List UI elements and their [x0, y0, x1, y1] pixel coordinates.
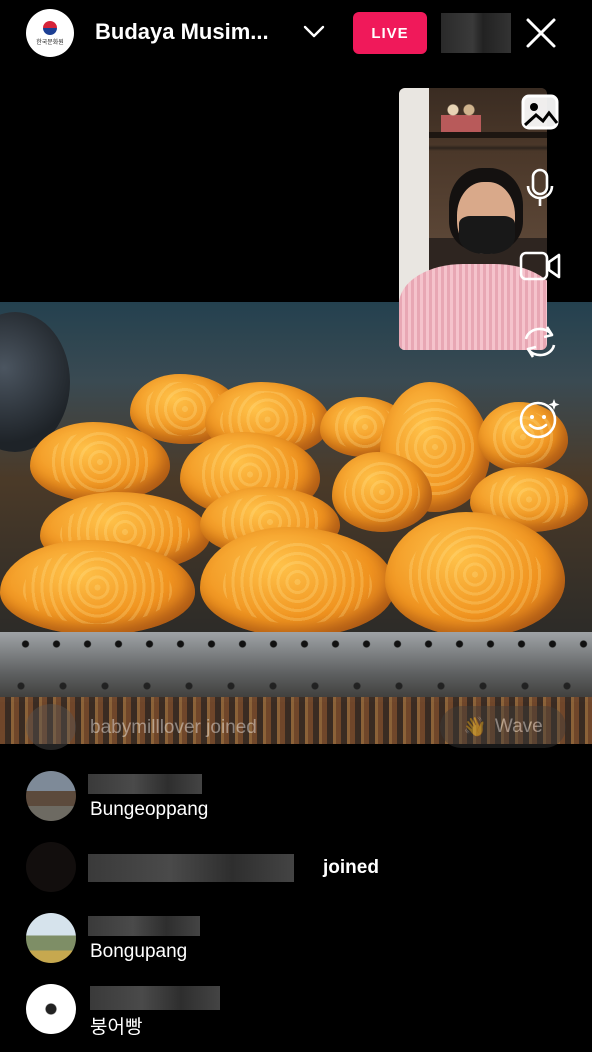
- avatar[interactable]: [26, 842, 76, 892]
- face-mask: [459, 216, 515, 254]
- shelf-figurines: [441, 98, 481, 132]
- flip-camera-icon[interactable]: [518, 322, 562, 362]
- host-avatar-text: 한국문화원: [36, 38, 64, 46]
- comment-username[interactable]: [88, 854, 298, 882]
- join-notification: babymilllover joined 👋 Wave: [26, 702, 586, 750]
- comment-text: 붕어빵: [90, 1017, 143, 1038]
- viewer-count-redacted[interactable]: [441, 13, 511, 53]
- host-video-feed: [0, 302, 592, 744]
- comment-username[interactable]: [88, 916, 228, 936]
- waving-hand-icon: 👋: [463, 717, 487, 738]
- live-badge: LIVE: [353, 12, 427, 54]
- effects-face-icon[interactable]: [518, 398, 562, 439]
- account-name[interactable]: Budaya Musim...: [95, 19, 269, 45]
- comment-username[interactable]: [88, 774, 228, 794]
- chevron-down-icon[interactable]: [303, 24, 325, 40]
- live-header: 한국문화원 Budaya Musim... LIVE: [0, 0, 592, 68]
- image-icon[interactable]: [518, 92, 562, 132]
- join-message: babymilllover joined: [90, 717, 257, 738]
- host-avatar[interactable]: 한국문화원: [26, 9, 74, 57]
- grill-tray: [0, 632, 592, 702]
- comment-text: Bungeoppang: [90, 799, 209, 820]
- comment-row: Bongupang: [26, 913, 586, 973]
- comment-text: joined: [323, 857, 379, 878]
- video-camera-icon[interactable]: [518, 246, 562, 286]
- microphone-icon[interactable]: [518, 168, 562, 208]
- comment-row: Bungeoppang: [26, 771, 586, 831]
- fish-pastry: [200, 527, 395, 637]
- comment-username[interactable]: [88, 986, 228, 1010]
- comment-row: joined: [26, 842, 586, 902]
- avatar[interactable]: [26, 984, 76, 1034]
- avatar: [26, 704, 76, 750]
- wave-label: Wave: [494, 716, 543, 737]
- close-icon[interactable]: [524, 16, 558, 50]
- comment-row: 붕어빵: [26, 984, 586, 1044]
- wave-button[interactable]: 👋 Wave: [440, 706, 566, 748]
- comment-text: Bongupang: [90, 941, 188, 962]
- avatar[interactable]: [26, 913, 76, 963]
- avatar[interactable]: [26, 771, 76, 821]
- taegeuk-logo-icon: [43, 20, 57, 35]
